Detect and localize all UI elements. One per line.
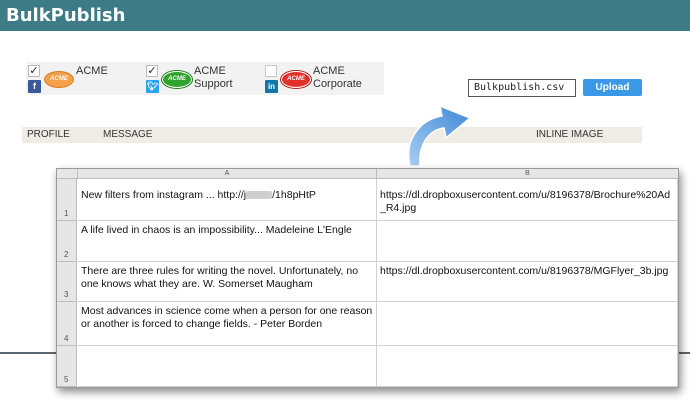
row-header: 5 (57, 346, 77, 387)
acme-logo-icon: ACME (281, 71, 311, 88)
app-title: BulkPublish (6, 5, 126, 26)
spreadsheet-preview: A B 1 New filters from instagram ... htt… (56, 168, 679, 388)
profile-label: ACME Support (194, 65, 233, 90)
row-header: 4 (57, 302, 77, 346)
profile-label: ACME Corporate (313, 65, 362, 90)
redacted-text (246, 191, 273, 200)
facebook-icon: f (28, 80, 41, 93)
upload-button[interactable]: Upload (583, 79, 642, 96)
profile-label: ACME (76, 65, 108, 77)
column-header-a: A (78, 169, 377, 179)
column-message: MESSAGE (103, 129, 153, 140)
app-header: BulkPublish (0, 0, 690, 31)
row-header: 2 (57, 221, 77, 262)
linkedin-icon: in (265, 80, 278, 93)
profile-checkbox[interactable]: ✓ (146, 65, 158, 77)
post-columns-header: PROFILE MESSAGE INLINE IMAGE (22, 127, 642, 143)
twitter-icon: 🐦︎ (146, 80, 159, 93)
acme-logo-icon: ACME (44, 71, 74, 88)
cell-a4: Most advances in science come when a per… (78, 302, 377, 346)
cell-a5 (78, 346, 377, 387)
csv-file-input[interactable]: Bulkpublish.csv (468, 79, 576, 97)
cell-b3: https://dl.dropboxusercontent.com/u/8196… (377, 262, 678, 302)
profile-acme-corporate-linkedin[interactable]: in ACME ACME Corporate (263, 62, 384, 95)
profile-selector: ✓ f ACME ACME ✓ 🐦︎ ACME ACME Support in … (26, 62, 384, 95)
cell-b5 (377, 346, 678, 387)
row-header: 1 (57, 179, 77, 221)
profile-checkbox[interactable] (265, 65, 277, 77)
cell-b4 (377, 302, 678, 346)
row-header: 3 (57, 262, 77, 302)
cell-a3: There are three rules for writing the no… (78, 262, 377, 302)
curved-arrow-icon (407, 104, 472, 167)
cell-b2 (377, 221, 678, 262)
cell-b1: https://dl.dropboxusercontent.com/u/8196… (377, 179, 678, 221)
profile-checkbox[interactable]: ✓ (28, 65, 40, 77)
cell-a1: New filters from instagram ... http://j /… (78, 179, 377, 221)
column-inline-image: INLINE IMAGE (536, 129, 604, 140)
profile-acme-support-twitter[interactable]: ✓ 🐦︎ ACME ACME Support (144, 62, 262, 95)
profile-acme-facebook[interactable]: ✓ f ACME ACME (26, 62, 144, 95)
column-header-b: B (377, 169, 678, 179)
acme-logo-icon: ACME (162, 71, 192, 88)
column-profile: PROFILE (27, 129, 70, 140)
sheet-corner (57, 169, 78, 179)
cell-a2: A life lived in chaos is an impossibilit… (78, 221, 377, 262)
